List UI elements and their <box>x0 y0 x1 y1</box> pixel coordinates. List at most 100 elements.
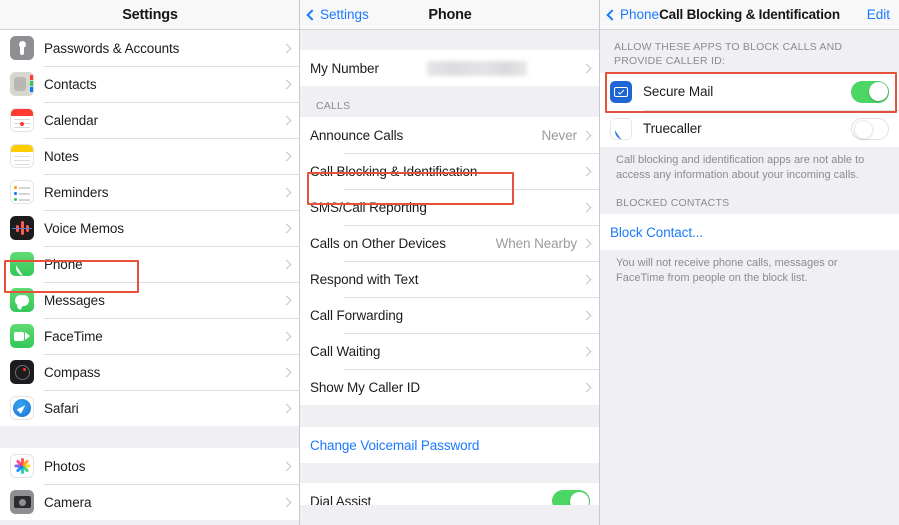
back-to-settings-button[interactable]: Settings <box>300 7 369 22</box>
sidebar-item-photos[interactable]: Photos <box>0 448 300 484</box>
row-label: Call Blocking & Identification <box>310 163 478 179</box>
row-label: Call Forwarding <box>310 307 404 323</box>
chevron-right-icon <box>281 497 292 507</box>
chevron-right-icon <box>581 382 592 392</box>
apps-group: Secure Mail Truecaller <box>600 73 899 148</box>
chevron-right-icon <box>581 346 592 356</box>
row-call-waiting[interactable]: Call Waiting <box>300 333 600 369</box>
settings-scroll-area[interactable]: Passwords & Accounts Contacts Calendar N… <box>0 30 300 525</box>
chevron-right-icon <box>581 274 592 284</box>
sidebar-item-contacts[interactable]: Contacts <box>0 66 300 102</box>
row-label: Announce Calls <box>310 127 404 143</box>
row-label: Block Contact... <box>610 224 703 240</box>
row-label: Show My Caller ID <box>310 379 421 395</box>
row-calls-on-other-devices[interactable]: Calls on Other Devices When Nearby <box>300 225 600 261</box>
dial-assist-group: Dial Assist <box>300 483 600 505</box>
row-show-my-caller-id[interactable]: Show My Caller ID <box>300 369 600 405</box>
row-my-number[interactable]: My Number <box>300 50 600 86</box>
row-value: When Nearby <box>495 235 578 251</box>
chevron-right-icon <box>281 403 292 413</box>
chevron-right-icon <box>281 187 292 197</box>
calls-section-header: CALLS <box>300 86 600 117</box>
chevron-right-icon <box>281 115 292 125</box>
dial-assist-toggle[interactable] <box>552 490 590 505</box>
settings-navbar: Settings <box>0 0 300 30</box>
sidebar-item-label: Passwords & Accounts <box>44 40 180 56</box>
chevron-right-icon <box>281 461 292 471</box>
settings-group-2: Photos Camera <box>0 448 300 520</box>
passwords-icon <box>10 36 34 60</box>
chevron-right-icon <box>281 259 292 269</box>
row-secure-mail[interactable]: Secure Mail <box>600 73 899 111</box>
row-call-forwarding[interactable]: Call Forwarding <box>300 297 600 333</box>
sidebar-item-safari[interactable]: Safari <box>0 390 300 426</box>
panel-divider-1 <box>299 0 300 525</box>
chevron-right-icon <box>281 331 292 341</box>
app-label: Secure Mail <box>643 84 714 100</box>
group-divider <box>0 426 300 448</box>
chevron-right-icon <box>281 223 292 233</box>
secure-mail-icon <box>610 80 632 103</box>
sidebar-item-voice-memos[interactable]: Voice Memos <box>0 210 300 246</box>
sidebar-item-reminders[interactable]: Reminders <box>0 174 300 210</box>
row-dial-assist[interactable]: Dial Assist <box>300 483 600 505</box>
row-value: Never <box>541 127 577 143</box>
sidebar-item-phone[interactable]: Phone <box>0 246 300 282</box>
chevron-right-icon <box>581 63 592 73</box>
sidebar-item-facetime[interactable]: FaceTime <box>0 318 300 354</box>
edit-button[interactable]: Edit <box>867 7 890 22</box>
reminders-icon <box>10 180 34 204</box>
row-respond-with-text[interactable]: Respond with Text <box>300 261 600 297</box>
call-blocking-panel: Phone Call Blocking & Identification Edi… <box>600 0 899 525</box>
group-divider <box>300 405 600 427</box>
calls-group: Announce Calls Never Call Blocking & Ide… <box>300 117 600 405</box>
truecaller-toggle[interactable] <box>851 117 889 140</box>
phone-icon <box>10 252 34 276</box>
row-label: Change Voicemail Password <box>310 437 480 453</box>
phone-navbar: Settings Phone <box>300 0 600 30</box>
sidebar-item-notes[interactable]: Notes <box>0 138 300 174</box>
group-divider <box>300 463 600 483</box>
safari-icon <box>10 396 34 420</box>
row-label: Respond with Text <box>310 271 419 287</box>
back-to-phone-button[interactable]: Phone <box>600 7 659 22</box>
chevron-right-icon <box>281 43 292 53</box>
camera-icon <box>10 490 34 514</box>
sidebar-item-calendar[interactable]: Calendar <box>0 102 300 138</box>
chevron-right-icon <box>281 367 292 377</box>
row-sms-call-reporting[interactable]: SMS/Call Reporting <box>300 189 600 225</box>
truecaller-icon <box>610 117 632 140</box>
panel-divider-2 <box>599 0 600 525</box>
row-call-blocking-identification[interactable]: Call Blocking & Identification <box>300 153 600 189</box>
page-title: Settings <box>122 6 178 23</box>
chevron-right-icon <box>581 130 592 140</box>
call-blocking-scroll-area[interactable]: ALLOW THESE APPS TO BLOCK CALLS AND PROV… <box>600 30 899 525</box>
sidebar-item-label: Notes <box>44 148 79 164</box>
sidebar-item-compass[interactable]: Compass <box>0 354 300 390</box>
phone-scroll-area[interactable]: My Number CALLS Announce Calls Never Cal… <box>300 30 600 525</box>
sidebar-item-passwords[interactable]: Passwords & Accounts <box>0 30 300 66</box>
secure-mail-toggle[interactable] <box>851 80 889 103</box>
row-block-contact[interactable]: Block Contact... <box>600 214 899 251</box>
chevron-right-icon <box>281 295 292 305</box>
chevron-right-icon <box>581 202 592 212</box>
chevron-right-icon <box>581 238 592 248</box>
sidebar-item-camera[interactable]: Camera <box>0 484 300 520</box>
allow-apps-header: ALLOW THESE APPS TO BLOCK CALLS AND PROV… <box>600 30 899 74</box>
row-label: Calls on Other Devices <box>310 235 446 251</box>
back-label: Phone <box>620 7 660 22</box>
my-number-group: My Number <box>300 50 600 86</box>
calendar-icon <box>10 108 34 132</box>
call-blocking-navbar: Phone Call Blocking & Identification Edi… <box>600 0 899 30</box>
row-label: My Number <box>310 60 379 76</box>
row-truecaller[interactable]: Truecaller <box>600 110 899 148</box>
row-announce-calls[interactable]: Announce Calls Never <box>300 117 600 153</box>
contacts-icon <box>10 72 34 96</box>
sidebar-item-label: Contacts <box>44 76 97 92</box>
row-change-voicemail-password[interactable]: Change Voicemail Password <box>300 427 600 463</box>
sidebar-item-label: Reminders <box>44 184 109 200</box>
sidebar-item-messages[interactable]: Messages <box>0 282 300 318</box>
voice-memos-icon <box>10 216 34 240</box>
row-label: Call Waiting <box>310 343 381 359</box>
three-panel-screenshot: Settings Passwords & Accounts Contacts C… <box>0 0 899 525</box>
